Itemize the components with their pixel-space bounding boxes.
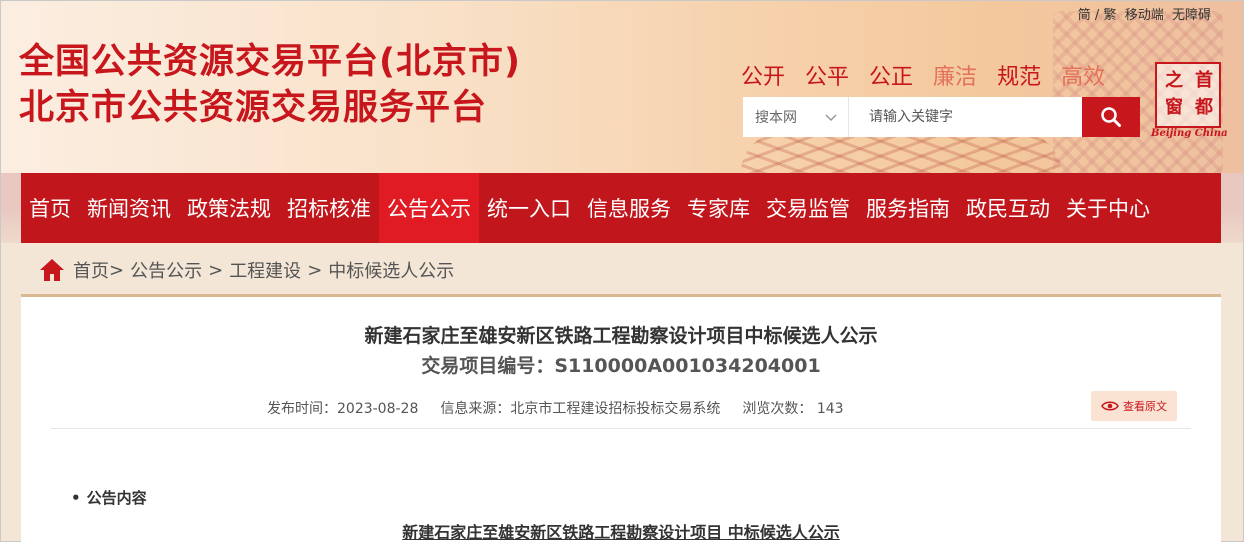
logo-char: 都 xyxy=(1195,97,1213,118)
site-title[interactable]: 全国公共资源交易平台(北京市) 北京市公共资源交易服务平台 xyxy=(19,39,521,131)
logo-char: 窗 xyxy=(1165,97,1183,118)
nav-item-unified-entry[interactable]: 统一入口 xyxy=(479,173,579,243)
info-source: 信息来源：北京市工程建设招标投标交易系统 xyxy=(440,401,721,417)
view-count: 浏览次数： 143 xyxy=(742,401,844,417)
search-button[interactable] xyxy=(1082,97,1140,137)
nav-item-about[interactable]: 关于中心 xyxy=(1058,173,1158,243)
site-title-line2: 北京市公共资源交易服务平台 xyxy=(19,88,488,128)
logo-char: 之 xyxy=(1165,70,1183,91)
eye-icon xyxy=(1101,401,1119,411)
value-word: 公开 xyxy=(741,65,786,90)
breadcrumb-home[interactable]: 首页 xyxy=(73,257,109,283)
accessibility-link[interactable]: 无障碍 xyxy=(1172,8,1211,23)
lang-simplified-link[interactable]: 简 xyxy=(1078,8,1091,23)
search-bar: 搜本网 xyxy=(743,97,1140,137)
value-word: 高效 xyxy=(1061,65,1106,90)
breadcrumb-separator: > xyxy=(307,259,323,281)
chevron-down-icon xyxy=(825,114,837,122)
nav-item-service-guide[interactable]: 服务指南 xyxy=(858,173,958,243)
breadcrumb-construction[interactable]: 工程建设 xyxy=(229,257,301,283)
nav-wrapper: 首页 新闻资讯 政策法规 招标核准 公告公示 统一入口 信息服务 专家库 交易监… xyxy=(1,173,1243,243)
breadcrumb-current[interactable]: 中标候选人公示 xyxy=(328,257,454,283)
nav-item-policy[interactable]: 政策法规 xyxy=(179,173,279,243)
article-meta: 发布时间：2023-08-28 信息来源：北京市工程建设招标投标交易系统 浏览次… xyxy=(267,398,844,418)
breadcrumb-announcements[interactable]: 公告公示 xyxy=(130,257,202,283)
search-input[interactable] xyxy=(849,97,1082,137)
nav-item-news[interactable]: 新闻资讯 xyxy=(79,173,179,243)
nav-item-announcements[interactable]: 公告公示 xyxy=(379,173,479,243)
nav-item-info-service[interactable]: 信息服务 xyxy=(579,173,679,243)
article-title: 新建石家庄至雄安新区铁路工程勘察设计项目中标候选人公示 xyxy=(364,325,878,347)
logo-char: 首 xyxy=(1195,70,1213,91)
breadcrumb-separator: > xyxy=(208,259,224,281)
nav-item-bid-approval[interactable]: 招标核准 xyxy=(279,173,379,243)
header-banner: 简 / 繁 移动端 无障碍 全国公共资源交易平台(北京市) 北京市公共资源交易服… xyxy=(1,1,1243,173)
divider xyxy=(51,428,1191,429)
publish-time: 发布时间：2023-08-28 xyxy=(267,401,419,417)
capital-window-logo[interactable]: 首 都 之 窗 xyxy=(1155,62,1221,128)
nav-item-home[interactable]: 首页 xyxy=(21,173,79,243)
project-code: 交易项目编号：S110000A001034204001 xyxy=(421,355,821,377)
search-icon xyxy=(1101,107,1121,127)
values-slogan: 公开 公平 公正 廉洁 规范 高效 xyxy=(741,59,1105,91)
view-original-button[interactable]: 查看原文 xyxy=(1091,391,1177,421)
announcement-subtitle: 新建石家庄至雄安新区铁路工程勘察设计项目 中标候选人公示 xyxy=(402,523,840,542)
main-nav: 首页 新闻资讯 政策法规 招标核准 公告公示 统一入口 信息服务 专家库 交易监… xyxy=(21,173,1221,243)
mobile-link[interactable]: 移动端 xyxy=(1125,8,1164,23)
breadcrumb-separator: > xyxy=(109,259,125,281)
nav-item-supervision[interactable]: 交易监管 xyxy=(758,173,858,243)
value-word: 公正 xyxy=(869,65,914,90)
value-word: 规范 xyxy=(997,65,1042,90)
search-scope-label: 搜本网 xyxy=(755,110,797,126)
top-utility-bar: 简 / 繁 移动端 无障碍 xyxy=(1078,4,1211,23)
logo-english-text: Beijing China xyxy=(1151,128,1228,139)
nav-item-interaction[interactable]: 政民互动 xyxy=(958,173,1058,243)
nav-item-expert-db[interactable]: 专家库 xyxy=(679,173,758,243)
breadcrumb: 首页 > 公告公示 > 工程建设 > 中标候选人公示 xyxy=(39,257,454,283)
search-scope-select[interactable]: 搜本网 xyxy=(743,97,849,137)
section-heading: 公告内容 xyxy=(71,487,147,508)
value-word: 廉洁 xyxy=(933,65,978,90)
lang-traditional-link[interactable]: 繁 xyxy=(1103,8,1116,23)
site-title-line1: 全国公共资源交易平台(北京市) xyxy=(19,42,521,82)
lang-separator: / xyxy=(1094,8,1100,23)
value-word: 公平 xyxy=(805,65,850,90)
article-card: 新建石家庄至雄安新区铁路工程勘察设计项目中标候选人公示 交易项目编号：S1100… xyxy=(21,294,1221,542)
view-original-label: 查看原文 xyxy=(1123,400,1167,413)
home-icon xyxy=(40,259,64,281)
